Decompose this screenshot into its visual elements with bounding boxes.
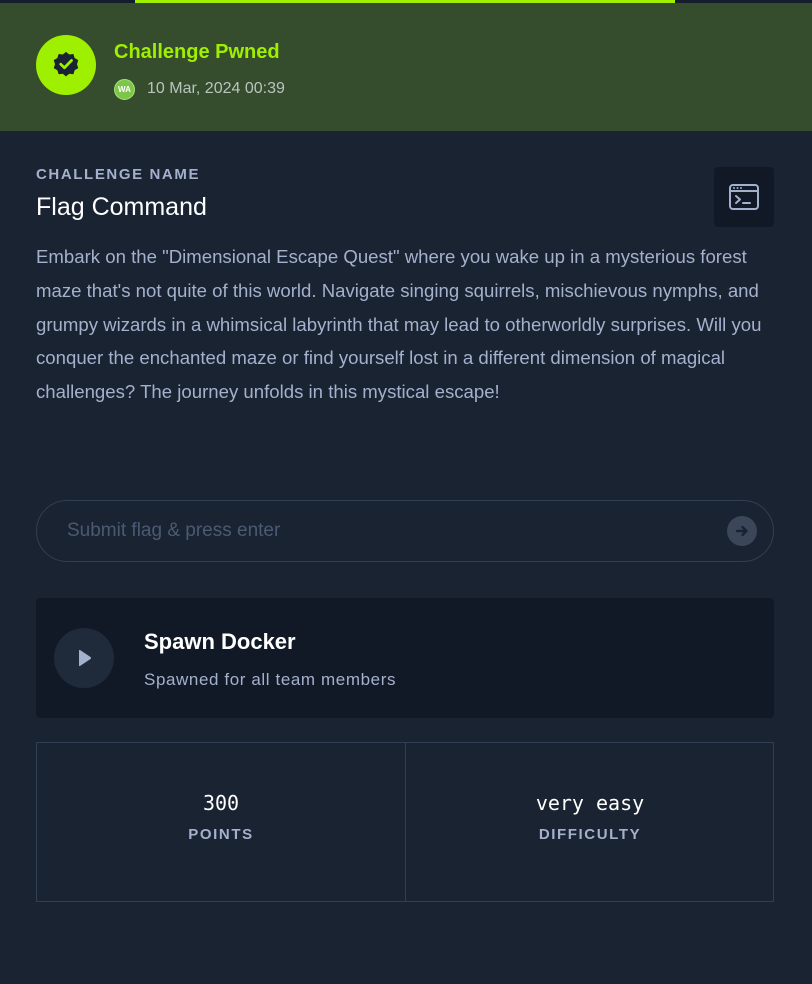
spawn-docker-button[interactable] xyxy=(54,628,114,688)
spawn-docker-title: Spawn Docker xyxy=(144,629,296,654)
terminal-icon xyxy=(729,184,759,210)
difficulty-stat: very easy DIFFICULTY xyxy=(406,743,774,901)
pwned-banner: Challenge Pwned WA 10 Mar, 2024 00:39 xyxy=(0,3,812,131)
challenge-stats: 300 POINTS very easy DIFFICULTY xyxy=(36,742,774,902)
arrow-right-circle-icon[interactable] xyxy=(727,516,757,546)
verified-badge-icon xyxy=(36,35,96,95)
challenge-title: Flag Command xyxy=(36,193,207,221)
pwned-title: Challenge Pwned xyxy=(114,41,280,63)
flag-form xyxy=(36,500,774,562)
challenge-description: Embark on the "Dimensional Escape Quest"… xyxy=(36,246,762,403)
user-avatar: WA xyxy=(114,79,135,100)
terminal-button[interactable] xyxy=(714,167,774,227)
flag-input[interactable] xyxy=(67,501,707,561)
points-stat: 300 POINTS xyxy=(37,743,405,901)
difficulty-label: DIFFICULTY xyxy=(538,826,642,843)
play-icon xyxy=(79,649,91,667)
pwned-timestamp: 10 Mar, 2024 00:39 xyxy=(147,80,285,97)
difficulty-value: very easy xyxy=(535,791,645,815)
challenge-name-label: CHALLENGE NAME xyxy=(36,166,201,183)
spawn-docker-card: Spawn Docker Spawned for all team member… xyxy=(36,598,774,718)
spawn-docker-subtitle: Spawned for all team members xyxy=(144,670,397,689)
points-value: 300 xyxy=(202,791,240,815)
points-label: POINTS xyxy=(188,826,254,843)
